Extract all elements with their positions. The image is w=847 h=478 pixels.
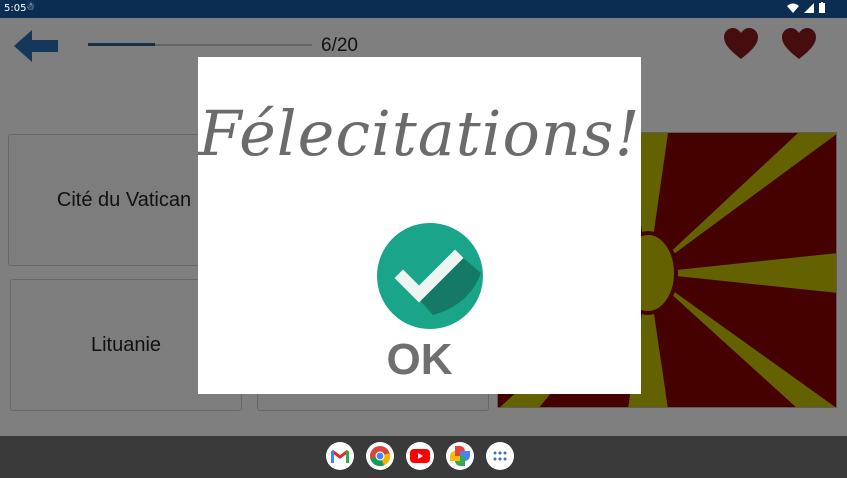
youtube-icon[interactable]: [406, 442, 434, 470]
signal-icon: [804, 2, 814, 13]
sim-icon: ☃: [26, 2, 35, 13]
app-drawer-icon[interactable]: [486, 442, 514, 470]
taskbar: [0, 436, 847, 478]
dialog-title: Félecitations!: [198, 97, 641, 170]
wifi-icon: [787, 3, 799, 13]
battery-icon: [819, 2, 825, 13]
status-bar: 5:05 ☃: [0, 0, 847, 18]
check-circle-icon[interactable]: [377, 223, 483, 329]
status-time: 5:05: [4, 3, 27, 14]
ok-button[interactable]: OK: [198, 335, 641, 385]
photos-icon[interactable]: [446, 442, 474, 470]
gmail-icon[interactable]: [326, 442, 354, 470]
status-icons: [787, 2, 825, 13]
app-dock: [326, 442, 514, 470]
congratulations-dialog: Félecitations! OK: [198, 57, 641, 394]
chrome-icon[interactable]: [366, 442, 394, 470]
